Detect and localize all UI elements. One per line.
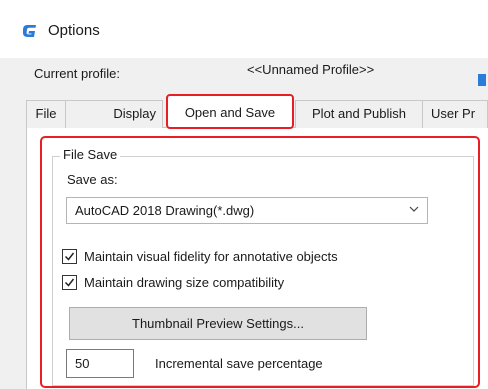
app-logo-icon bbox=[23, 25, 36, 37]
current-profile-value: <<Unnamed Profile>> bbox=[247, 62, 375, 77]
title-bar: Options bbox=[0, 0, 488, 58]
window-title: Options bbox=[48, 22, 100, 39]
tab-user-preferences[interactable]: User Pr bbox=[422, 100, 488, 128]
tab-file[interactable]: File bbox=[26, 100, 66, 128]
current-profile-label: Current profile: bbox=[34, 66, 120, 81]
file-save-highlight-frame bbox=[40, 136, 480, 388]
tab-plot-and-publish[interactable]: Plot and Publish bbox=[295, 100, 423, 128]
tab-display[interactable]: Display bbox=[65, 100, 163, 128]
options-dialog: Options Current profile: <<Unnamed Profi… bbox=[0, 0, 488, 389]
profile-action-icon[interactable] bbox=[478, 74, 486, 86]
tab-strip: File Display Open and Save Plot and Publ… bbox=[26, 94, 488, 129]
tab-open-and-save[interactable]: Open and Save bbox=[166, 94, 294, 129]
file-save-group-title: File Save bbox=[60, 147, 121, 163]
